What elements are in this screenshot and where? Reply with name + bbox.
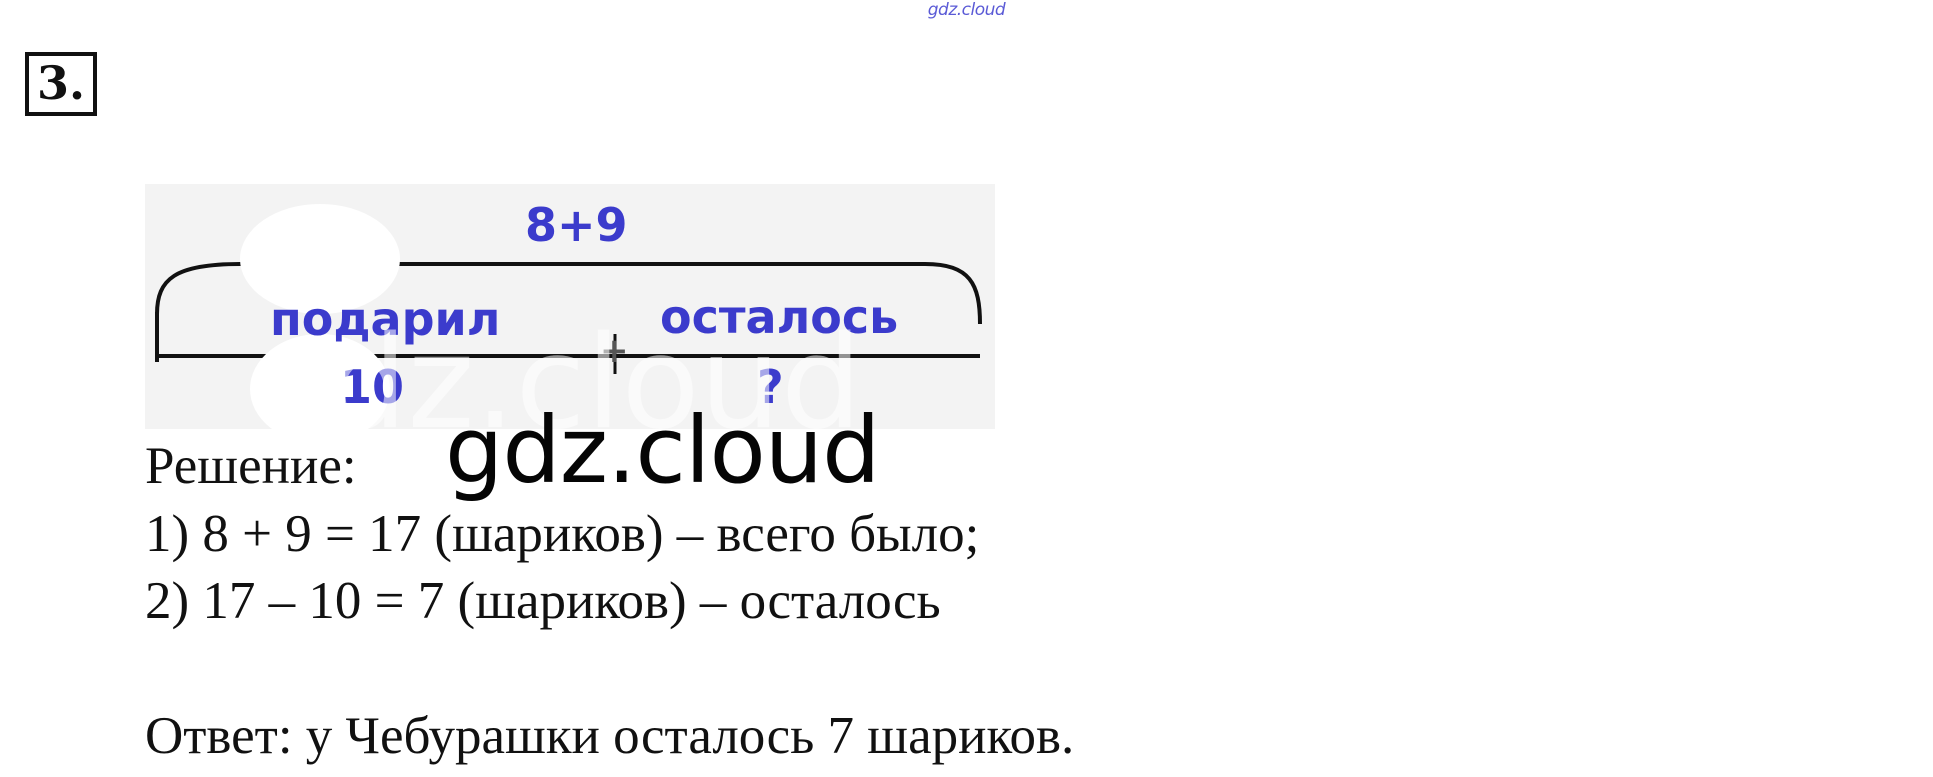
solution-step-2: 2) 17 – 10 = 7 (шариков) – осталось (145, 572, 941, 630)
solution-heading: Решение: (145, 437, 357, 495)
solution-step-1: 1) 8 + 9 = 17 (шариков) – всего было; (145, 505, 980, 563)
answer-line: Ответ: у Чебурашки осталось 7 шариков. (145, 707, 1075, 765)
top-watermark: gdz.cloud (927, 0, 1006, 20)
total-label: 8+9 (525, 198, 628, 252)
task-number-box: 3. (25, 52, 97, 116)
watermark-logo: gdz.cloud (445, 397, 880, 504)
